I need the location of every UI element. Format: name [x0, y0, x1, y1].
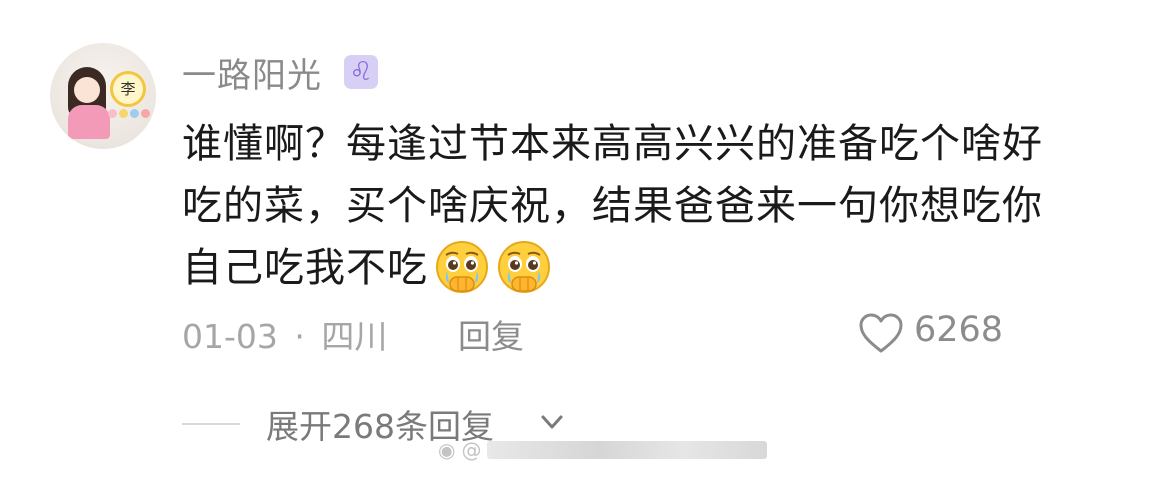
- avatar-face: [74, 77, 100, 103]
- comment-location: 四川: [321, 317, 388, 356]
- comment-date: 01-03: [182, 317, 278, 356]
- username[interactable]: 一路阳光: [182, 48, 322, 97]
- comment-line-2: 吃的菜，买个啥庆祝，结果爸爸来一句你想吃你: [182, 183, 1043, 229]
- watermark: ◉ @: [438, 438, 768, 462]
- watermark-at: @: [461, 438, 482, 462]
- comment-meta: 01-03 · 四川: [182, 310, 387, 358]
- reply-button[interactable]: 回复: [458, 310, 524, 358]
- avatar-badge: 李: [110, 71, 146, 107]
- heart-icon[interactable]: [858, 312, 904, 354]
- avatar-dots: [108, 109, 150, 118]
- like-count: 6268: [914, 310, 1004, 350]
- crying-face-icon: [498, 241, 550, 293]
- watermark-blurred-handle: [487, 441, 768, 459]
- reply-divider: [182, 423, 240, 425]
- comment-line-3-text: 自己吃我不吃: [182, 245, 428, 291]
- comment-card: 李 一路阳光 ♌ 谁懂啊？每逢过节本来高高兴兴的准备吃个啥好 吃的菜，买个啥庆祝…: [0, 0, 1176, 479]
- leo-zodiac-icon: ♌: [344, 55, 378, 89]
- comment-text: 谁懂啊？每逢过节本来高高兴兴的准备吃个啥好 吃的菜，买个啥庆祝，结果爸爸来一句你…: [182, 113, 1142, 299]
- weibo-logo-icon: ◉: [438, 438, 456, 462]
- comment-line-1: 谁懂啊？每逢过节本来高高兴兴的准备吃个啥好: [182, 121, 1043, 167]
- crying-face-icon: [436, 241, 488, 293]
- comment-line-3: 自己吃我不吃: [182, 237, 1142, 299]
- meta-separator: ·: [294, 317, 305, 356]
- avatar-body: [68, 105, 110, 139]
- chevron-down-icon[interactable]: [538, 408, 566, 436]
- avatar[interactable]: 李: [50, 43, 156, 149]
